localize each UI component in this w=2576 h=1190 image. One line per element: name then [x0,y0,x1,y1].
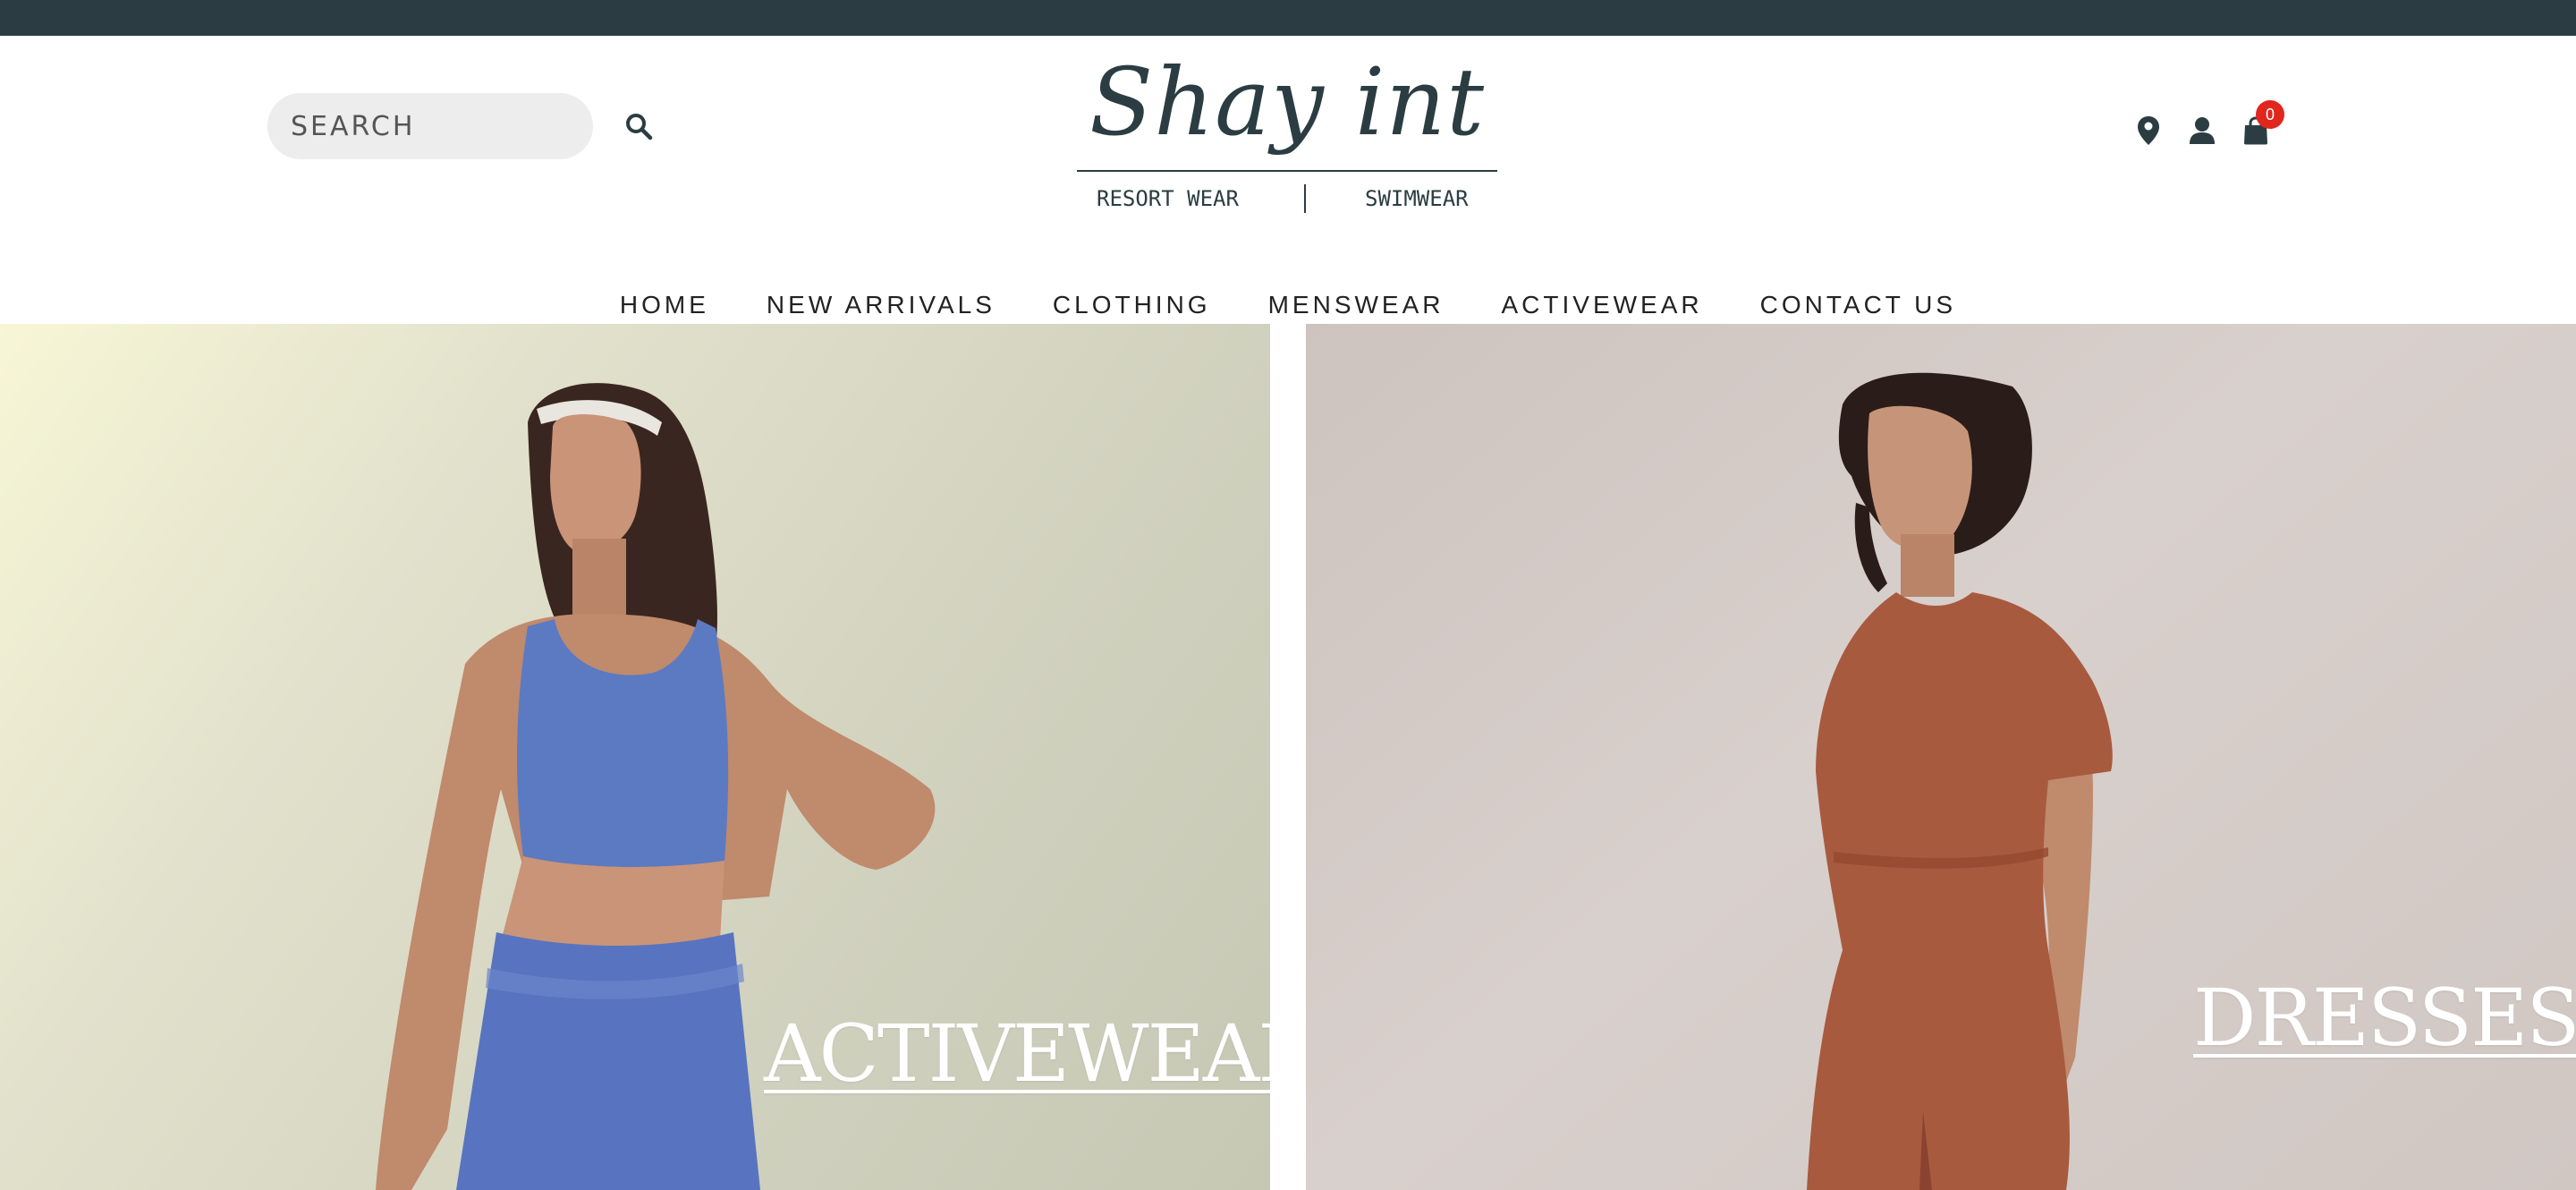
nav-item-contact-us[interactable]: CONTACT US [1760,291,1956,319]
logo-subline-resort: RESORT WEAR [1097,186,1239,211]
search-box[interactable] [267,93,653,159]
nav-item-menswear[interactable]: MENSWEAR [1268,291,1445,319]
logo-wordmark: Shay int [1089,47,1486,157]
shopping-bag-icon[interactable]: 0 [2236,100,2284,150]
nav-item-new-arrivals[interactable]: NEW ARRIVALS [767,291,996,319]
header-actions: 0 [2129,100,2290,157]
cart-count-badge: 0 [2256,100,2284,129]
search-icon[interactable] [624,110,653,142]
search-input[interactable] [291,110,624,142]
logo-subline-swim: SWIMWEAR [1365,186,1469,211]
dresses-link[interactable]: DRESSES [2193,975,2576,1061]
dresses-hero-panel[interactable]: DRESSES [1306,324,2576,1190]
site-header: Shay int RESORT WEAR SWIMWEAR 0 [0,36,2576,324]
announcement-bar [0,0,2576,36]
activewear-hero-panel[interactable]: ACTIVEWEAR [0,324,1270,1190]
nav-item-home[interactable]: HOME [620,291,709,319]
logo-divider [1077,170,1497,172]
location-pin-icon[interactable] [2129,111,2168,150]
logo-separator [1304,184,1306,213]
nav-item-activewear[interactable]: ACTIVEWEAR [1502,291,1703,319]
user-icon[interactable] [2182,111,2222,150]
activewear-link[interactable]: ACTIVEWEAR [764,1011,1270,1097]
nav-item-clothing[interactable]: CLOTHING [1053,291,1211,319]
brand-logo[interactable]: Shay int RESORT WEAR SWIMWEAR [1077,48,1497,218]
